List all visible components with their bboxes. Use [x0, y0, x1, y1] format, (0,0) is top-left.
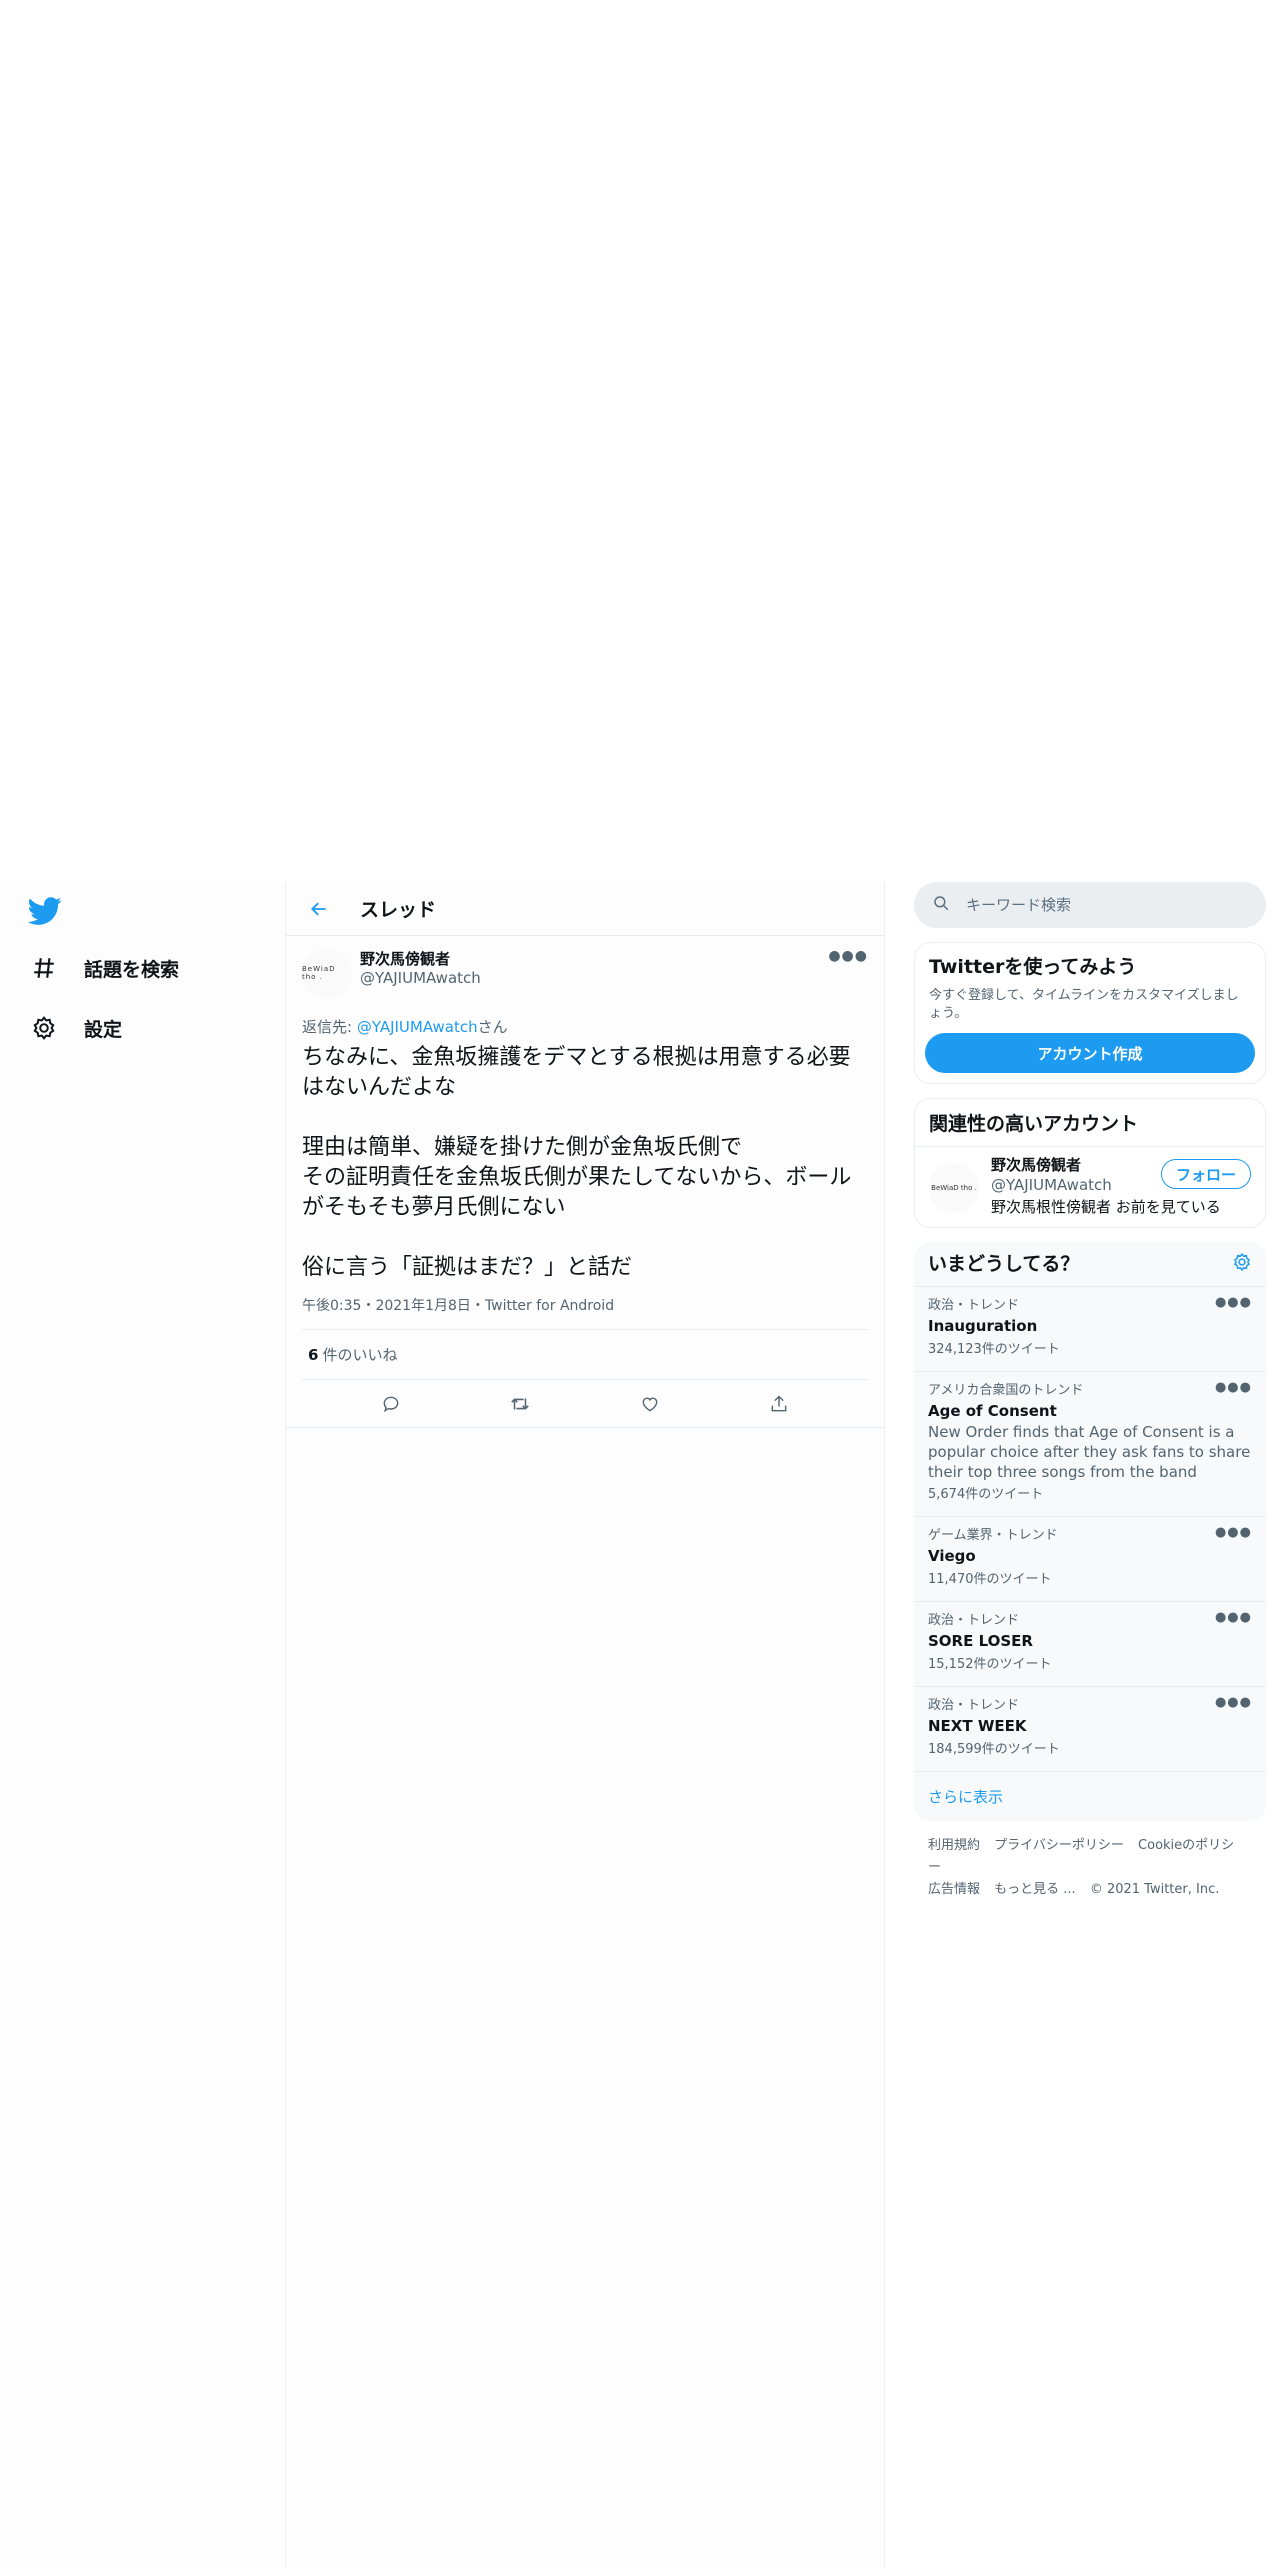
hashtag-icon	[28, 952, 60, 984]
like-heart-icon[interactable]	[632, 1386, 668, 1422]
tweet-meta[interactable]: 午後0:35・2021年1月8日・Twitter for Android	[302, 1295, 868, 1330]
related-account[interactable]: BeWiaD tho . 野次馬傍観者 @YAJIUMAwatch 野次馬根性傍…	[915, 1147, 1265, 1227]
tweet-text: ちなみに、金魚坂擁護をデマとする根拠は用意する必要はないんだよな 理由は簡単、嫌…	[302, 1045, 852, 1280]
trend-more-icon[interactable]: ●●●	[1215, 1695, 1252, 1710]
avatar-text: BeWiaD tho .	[302, 965, 336, 981]
page-title: スレッド	[360, 899, 437, 921]
more-options-icon[interactable]: ●●●	[828, 948, 868, 964]
reply-icon[interactable]	[373, 1386, 409, 1422]
related-title: 関連性の高いアカウント	[915, 1099, 1265, 1147]
show-more-link[interactable]: さらに表示	[914, 1772, 1266, 1821]
footer-link-more[interactable]: もっと見る ...	[994, 1882, 1076, 1897]
footer-link-ads[interactable]: 広告情報	[928, 1882, 980, 1897]
avatar[interactable]: BeWiaD tho .	[302, 948, 352, 998]
trend-description: New Order finds that Age of Consent is a…	[928, 1423, 1251, 1481]
trend-item[interactable]: 政治・トレンド Inauguration 324,123件のツイート ●●●	[914, 1287, 1266, 1372]
footer-link-privacy[interactable]: プライバシーポリシー	[994, 1838, 1124, 1853]
right-sidebar: Twitterを使ってみよう 今すぐ登録して、タイムラインをカスタマイズしましょ…	[914, 882, 1266, 1915]
trend-more-icon[interactable]: ●●●	[1215, 1295, 1252, 1310]
reply-suffix: さん	[477, 1018, 508, 1036]
footer: 利用規約 プライバシーポリシー Cookieのポリシー 広告情報 もっと見る .…	[914, 1821, 1266, 1915]
likes-number: 6	[308, 1345, 319, 1364]
blank-area	[0, 0, 1284, 882]
trends-card: いまどうしてる？ 政治・トレンド Inauguration 324,123件のツ…	[914, 1242, 1266, 1821]
search-box[interactable]	[914, 882, 1266, 928]
trend-name: SORE LOSER	[928, 1632, 1033, 1650]
trend-name: Age of Consent	[928, 1402, 1057, 1420]
author-handle[interactable]: @YAJIUMAwatch	[360, 969, 481, 988]
footer-link-terms[interactable]: 利用規約	[928, 1838, 980, 1853]
reply-prefix: 返信先:	[302, 1018, 357, 1036]
related-account-bio: 野次馬根性傍観者 お前を見ている	[991, 1198, 1221, 1216]
trend-count: 184,599件のツイート	[928, 1742, 1060, 1757]
create-account-button[interactable]: アカウント作成	[925, 1033, 1255, 1073]
thread-column: スレッド BeWiaD tho . 野次馬傍観者 @YAJIUMAwatch ●…	[285, 882, 885, 2568]
tweet-author: BeWiaD tho . 野次馬傍観者 @YAJIUMAwatch	[302, 948, 868, 1000]
signup-subtitle: 今すぐ登録して、タイムラインをカスタマイズしましょう。	[929, 988, 1239, 1021]
nav-settings-label: 設定	[84, 1018, 123, 1041]
trend-item[interactable]: アメリカ合衆国のトレンド Age of Consent New Order fi…	[914, 1372, 1266, 1517]
trend-more-icon[interactable]: ●●●	[1215, 1610, 1252, 1625]
trend-item[interactable]: 政治・トレンド SORE LOSER 15,152件のツイート ●●●	[914, 1602, 1266, 1687]
trend-item[interactable]: ゲーム業界・トレンド Viego 11,470件のツイート ●●●	[914, 1517, 1266, 1602]
trend-name: NEXT WEEK	[928, 1717, 1027, 1735]
trend-context: 政治・トレンド	[928, 1298, 1020, 1313]
likes-count-link[interactable]: 6 件のいいね	[302, 1330, 868, 1380]
trends-title: いまどうしてる？	[928, 1253, 1080, 1275]
trend-name: Inauguration	[928, 1317, 1038, 1335]
retweet-icon[interactable]	[502, 1386, 538, 1422]
nav-explore[interactable]: 話題を検索	[28, 948, 179, 988]
trend-name: Viego	[928, 1547, 976, 1565]
trend-count: 15,152件のツイート	[928, 1657, 1052, 1672]
trend-context: アメリカ合衆国のトレンド	[928, 1383, 1084, 1398]
trend-context: 政治・トレンド	[928, 1613, 1020, 1628]
gear-icon	[28, 1012, 60, 1044]
related-accounts-card: 関連性の高いアカウント BeWiaD tho . 野次馬傍観者 @YAJIUMA…	[914, 1098, 1266, 1228]
signup-title: Twitterを使ってみよう	[929, 956, 1137, 978]
reply-mention-link[interactable]: @YAJIUMAwatch	[357, 1018, 478, 1036]
trend-count: 5,674件のツイート	[928, 1487, 1044, 1502]
trend-item[interactable]: 政治・トレンド NEXT WEEK 184,599件のツイート ●●●	[914, 1687, 1266, 1772]
back-arrow-icon[interactable]	[302, 892, 336, 926]
tweet-actions	[286, 1380, 884, 1428]
twitter-logo-icon[interactable]	[27, 894, 62, 928]
tweet: BeWiaD tho . 野次馬傍観者 @YAJIUMAwatch ●●● 返信…	[286, 936, 884, 1428]
author-display-name[interactable]: 野次馬傍観者	[360, 950, 481, 969]
thread-header: スレッド	[286, 882, 884, 936]
left-nav: 話題を検索 設定	[0, 882, 284, 2568]
trend-count: 324,123件のツイート	[928, 1342, 1060, 1357]
search-input[interactable]	[966, 896, 1226, 914]
trend-more-icon[interactable]: ●●●	[1215, 1525, 1252, 1540]
likes-label: 件のいいね	[322, 1346, 398, 1364]
avatar[interactable]: BeWiaD tho .	[929, 1163, 979, 1213]
follow-button[interactable]: フォロー	[1160, 1159, 1251, 1189]
reply-to: 返信先: @YAJIUMAwatchさん	[302, 1016, 868, 1037]
nav-explore-label: 話題を検索	[84, 958, 180, 981]
settings-gear-icon[interactable]	[1232, 1252, 1252, 1276]
nav-settings[interactable]: 設定	[28, 1008, 122, 1048]
trend-count: 11,470件のツイート	[928, 1572, 1052, 1587]
search-icon	[932, 894, 950, 916]
trend-context: ゲーム業界・トレンド	[928, 1528, 1058, 1543]
footer-copyright: © 2021 Twitter, Inc.	[1089, 1882, 1220, 1897]
share-icon[interactable]	[761, 1386, 797, 1422]
avatar-text: BeWiaD tho .	[931, 1184, 977, 1192]
trend-context: 政治・トレンド	[928, 1698, 1020, 1713]
trend-more-icon[interactable]: ●●●	[1215, 1380, 1252, 1395]
signup-card: Twitterを使ってみよう 今すぐ登録して、タイムラインをカスタマイズしましょ…	[914, 942, 1266, 1084]
